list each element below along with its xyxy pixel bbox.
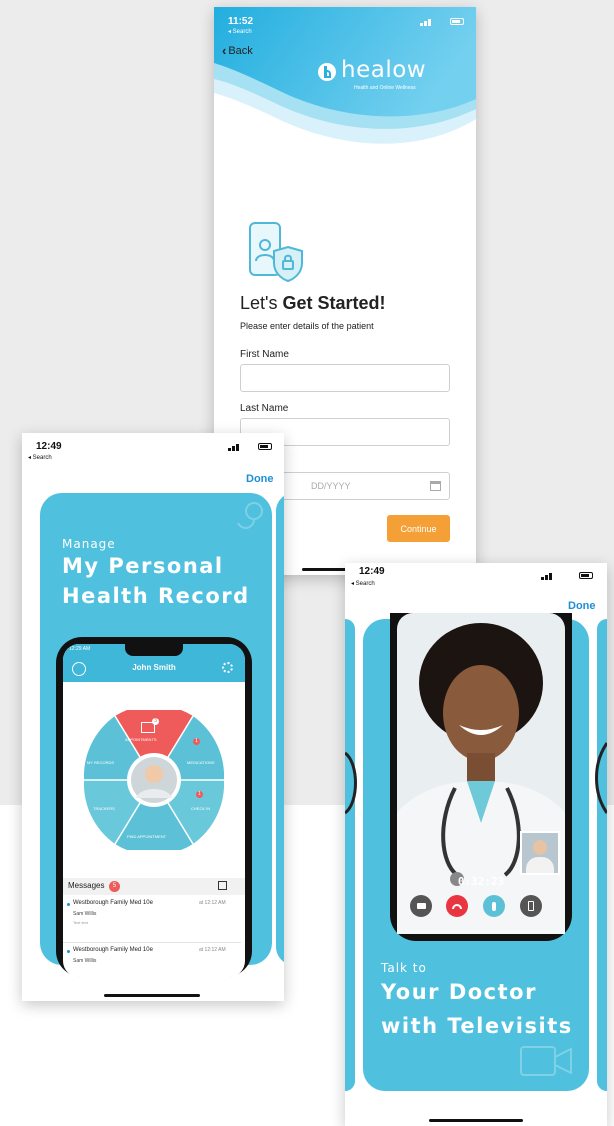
signal-icon (541, 571, 563, 580)
settings-icon[interactable] (222, 662, 233, 673)
phr-screen: 12:49 ◂ Search Done Manage My Personal H… (22, 433, 284, 1001)
brand-name: healow (341, 57, 427, 83)
notch (125, 644, 183, 656)
segment-check-in[interactable]: CHECK IN (191, 806, 210, 811)
card-title-line1: My Personal (62, 554, 224, 578)
call-timer: 0:32:23 (457, 875, 505, 888)
status-time: 12:49 (359, 566, 385, 577)
title-bold: Get Started! (282, 293, 386, 313)
televisit-screen: 12:49 ◂ Search Done 0:32:23 Talk to Your… (345, 563, 607, 1126)
video-camera-icon (520, 1046, 572, 1076)
message-sender: Sam Willis (73, 958, 97, 964)
messages-header: Messages 5 (63, 878, 245, 895)
switch-device-button[interactable] (520, 895, 542, 917)
battery-icon (579, 572, 593, 579)
message-item[interactable]: Westborough Family Med 10e at 12:12 AM S… (63, 898, 241, 943)
done-button[interactable]: Done (568, 600, 596, 612)
signal-icon (420, 17, 442, 26)
brand-tagline: Health and Online Wellness (354, 85, 416, 91)
unread-dot-icon (67, 950, 70, 953)
card-kicker: Manage (62, 537, 116, 551)
message-time: at 12:12 AM (199, 947, 226, 953)
video-call-phone: 0:32:23 (390, 613, 572, 941)
messages-label: Messages (68, 881, 105, 890)
prev-card-peek (345, 619, 355, 1091)
message-title: Westborough Family Med 10e (73, 900, 153, 906)
battery-icon (258, 443, 272, 450)
status-time: 12:49 (36, 441, 62, 452)
microphone-muted-icon (492, 901, 496, 911)
stethoscope-edge-icon (345, 751, 357, 815)
phone-hangup-icon (452, 903, 462, 909)
message-time: at 12:12 AM (199, 900, 226, 906)
signal-icon (228, 442, 250, 451)
continue-button[interactable]: Continue (387, 515, 450, 542)
subheading: Please enter details of the patient (240, 321, 374, 331)
home-indicator (429, 1119, 523, 1122)
app-preview-phone: 12:29 AM John Smith 3 APPOINTMENTS 1 MED… (56, 637, 252, 977)
first-name-input[interactable] (240, 364, 450, 392)
app-preview-screen: 12:29 AM John Smith 3 APPOINTMENTS 1 MED… (63, 644, 245, 977)
message-item[interactable]: Westborough Family Med 10e at 12:12 AM S… (63, 945, 241, 975)
dob-placeholder: DD/YYYY (311, 481, 351, 491)
messages-count-badge: 5 (109, 881, 120, 892)
mute-button[interactable] (483, 895, 505, 917)
self-view-thumbnail[interactable] (520, 831, 560, 875)
back-label: Back (228, 44, 253, 57)
status-back-search[interactable]: ◂ Search (28, 454, 52, 461)
page-title: Let's Get Started! (240, 293, 386, 314)
stethoscope-icon (237, 502, 263, 529)
card-title-line2: with Televisits (381, 1014, 573, 1038)
phone-security-icon (249, 222, 303, 283)
segment-find-appointment[interactable]: FIND APPOINTMENT (127, 834, 166, 839)
chevron-left-icon: ‹ (222, 43, 227, 58)
appointments-badge: 3 (152, 718, 159, 725)
stethoscope-edge-icon (595, 742, 607, 814)
app-user-name: John Smith (132, 663, 176, 672)
mobile-icon (528, 901, 534, 911)
done-button[interactable]: Done (246, 473, 274, 485)
end-call-button[interactable] (446, 895, 468, 917)
card-kicker: Talk to (381, 961, 427, 975)
medications-badge: 1 (193, 738, 200, 745)
last-name-label: Last Name (240, 403, 289, 414)
next-card-peek (597, 619, 607, 1091)
home-indicator (104, 994, 200, 997)
app-time: 12:29 AM (69, 646, 91, 652)
video-camera-icon (416, 903, 426, 909)
status-back-search[interactable]: ◂ Search (351, 580, 375, 587)
status-back-search[interactable]: ◂ Search (228, 28, 252, 35)
unread-dot-icon (67, 903, 70, 906)
next-card-peek (276, 493, 284, 965)
message-sender: Sam Willis (73, 911, 97, 917)
compose-icon[interactable] (218, 881, 227, 890)
segment-medications[interactable]: MEDICATIONS (187, 760, 214, 765)
card-title-line1: Your Doctor (381, 980, 537, 1004)
status-time: 11:52 (228, 16, 254, 27)
segment-appointments[interactable]: APPOINTMENTS (125, 737, 157, 742)
message-preview: Test text (73, 920, 88, 925)
segment-trackers[interactable]: TRACKERS (93, 806, 115, 811)
first-name-label: First Name (240, 349, 289, 360)
calendar-icon (430, 481, 441, 491)
message-title: Westborough Family Med 10e (73, 947, 153, 953)
healow-logo-icon (318, 63, 336, 81)
card-title-line2: Health Record (62, 584, 250, 608)
checkin-badge: 1 (196, 791, 203, 798)
title-prefix: Let's (240, 293, 283, 313)
battery-icon (450, 18, 464, 25)
camera-toggle-button[interactable] (410, 895, 432, 917)
segment-my-records[interactable]: MY RECORDS (87, 760, 114, 765)
back-button[interactable]: ‹ Back (222, 43, 253, 58)
